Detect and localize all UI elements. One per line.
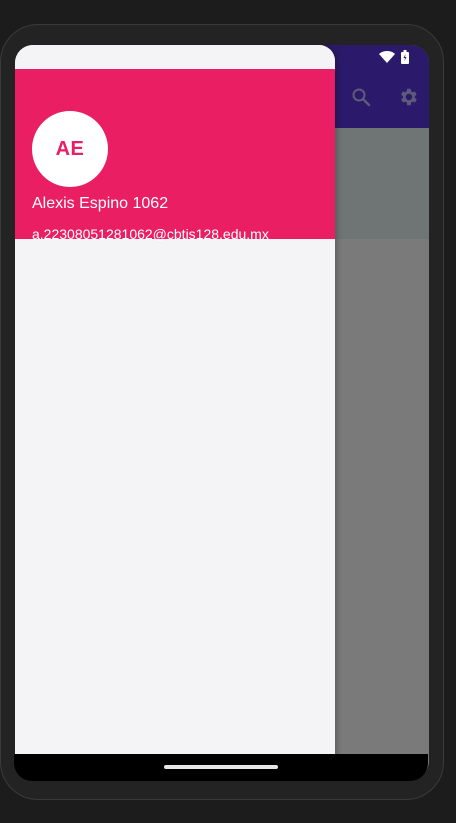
drawer-status-strip <box>15 45 335 69</box>
system-navigation-bar <box>14 754 428 781</box>
device-frame: AE Alexis Espino 1062 a.22308051281062@c… <box>0 24 444 800</box>
user-name: Alexis Espino 1062 <box>32 195 169 212</box>
battery-icon <box>401 50 409 64</box>
toolbar-actions <box>351 86 419 108</box>
home-handle[interactable] <box>164 765 278 769</box>
user-email: a.22308051281062@cbtis128.edu.mx <box>32 226 269 242</box>
search-icon[interactable] <box>351 87 371 107</box>
drawer-header: AE Alexis Espino 1062 a.22308051281062@c… <box>15 69 335 242</box>
navigation-drawer: AE Alexis Espino 1062 a.22308051281062@c… <box>15 45 335 779</box>
wifi-icon <box>379 51 395 63</box>
avatar-initials: AE <box>55 137 85 160</box>
avatar[interactable]: AE <box>32 111 108 187</box>
status-icons <box>379 49 409 65</box>
gear-icon[interactable] <box>397 86 419 108</box>
screen: AE Alexis Espino 1062 a.22308051281062@c… <box>15 45 429 779</box>
